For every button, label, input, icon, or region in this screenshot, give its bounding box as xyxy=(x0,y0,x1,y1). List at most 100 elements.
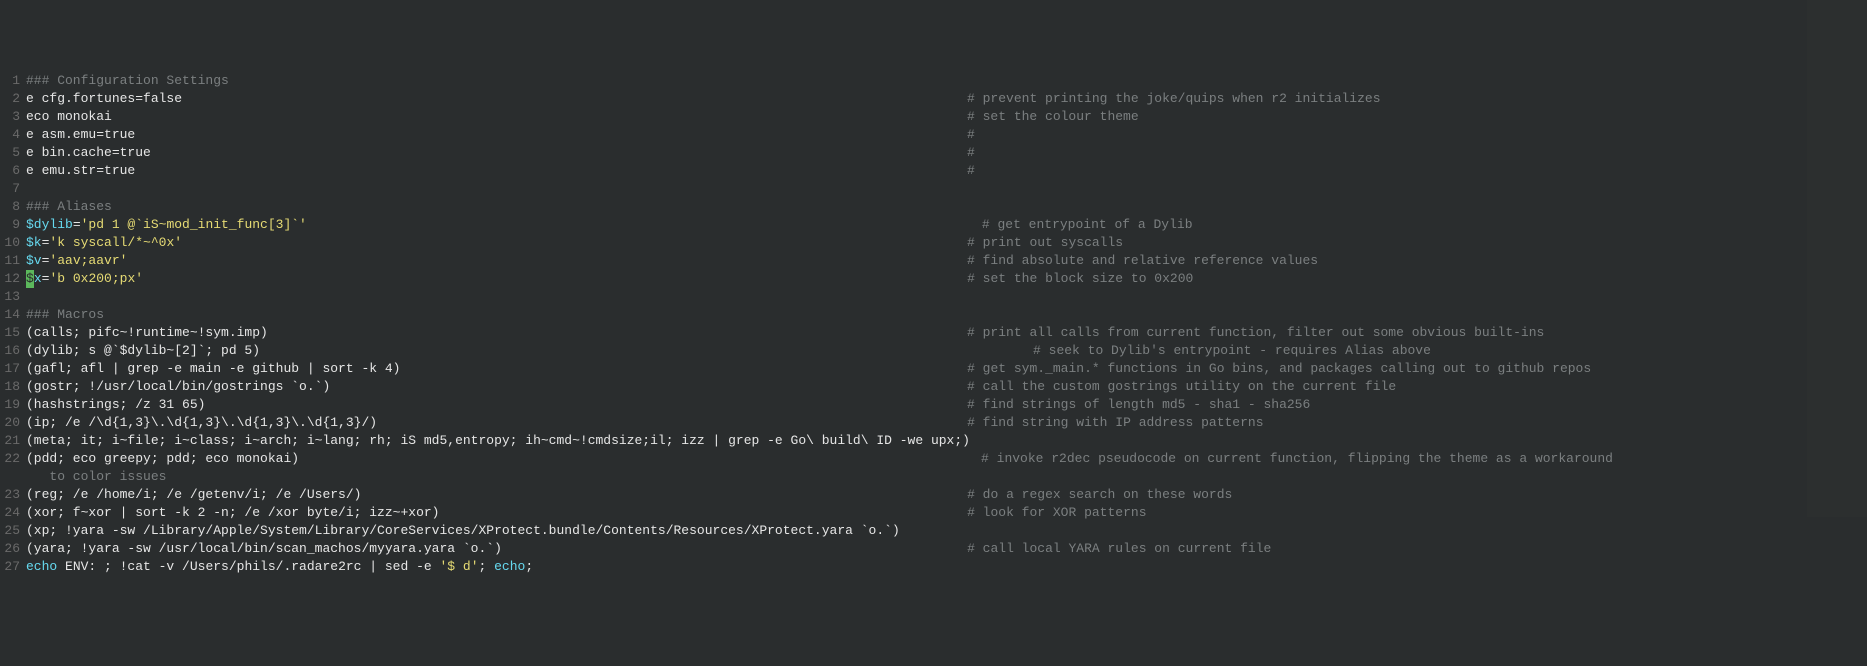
line-number: 5 xyxy=(0,144,20,162)
code-token: = xyxy=(73,217,81,232)
line-number: 20 xyxy=(0,414,20,432)
code-line[interactable]: (hashstrings; /z 31 65) # find strings of… xyxy=(26,396,1867,414)
code-line[interactable]: (reg; /e /home/i; /e /getenv/i; /e /User… xyxy=(26,486,1867,504)
line-number: 1 xyxy=(0,72,20,90)
code-line[interactable]: eco monokai # set the colour theme xyxy=(26,108,1867,126)
line-number: 12 xyxy=(0,270,20,288)
code-line[interactable] xyxy=(26,180,1867,198)
line-number: 14 xyxy=(0,306,20,324)
code-token: echo xyxy=(26,559,57,574)
line-number: 27 xyxy=(0,558,20,576)
code-editor[interactable]: 1234567891011121314151617181920212223242… xyxy=(0,72,1867,576)
line-comment: # prevent printing the joke/quips when r… xyxy=(967,91,1380,106)
code-line[interactable]: e emu.str=true# xyxy=(26,162,1867,180)
code-line[interactable]: (meta; it; i~file; i~class; i~arch; i~la… xyxy=(26,432,1867,450)
line-comment: # set the colour theme xyxy=(967,109,1139,124)
code-line[interactable]: e asm.emu=true # xyxy=(26,126,1867,144)
line-comment: # find strings of length md5 - sha1 - sh… xyxy=(967,397,1310,412)
code-token: (ip; /e /\d{1,3}\.\d{1,3}\.\d{1,3}\.\d{1… xyxy=(26,415,377,430)
code-line[interactable]: (yara; !yara -sw /usr/local/bin/scan_mac… xyxy=(26,540,1867,558)
code-token: (yara; !yara -sw /usr/local/bin/scan_mac… xyxy=(26,541,502,556)
text-cursor: $ xyxy=(26,270,34,288)
line-number: 16 xyxy=(0,342,20,360)
code-token: (dylib; s @`$dylib~[2]`; pd 5) xyxy=(26,343,260,358)
code-token: 'aav;aavr' xyxy=(49,253,127,268)
line-comment: # xyxy=(967,127,975,142)
line-number: 24 xyxy=(0,504,20,522)
code-line[interactable]: (gafl; afl | grep -e main -e github | so… xyxy=(26,360,1867,378)
code-token: $dylib xyxy=(26,217,73,232)
line-comment: # print all calls from current function,… xyxy=(967,325,1544,340)
line-number: 23 xyxy=(0,486,20,504)
code-token: (meta; it; i~file; i~class; i~arch; i~la… xyxy=(26,433,970,448)
line-number: 11 xyxy=(0,252,20,270)
code-line[interactable]: e bin.cache=true # xyxy=(26,144,1867,162)
line-number: 4 xyxy=(0,126,20,144)
code-line[interactable]: to color issues xyxy=(26,468,1867,486)
code-line[interactable]: echo ENV: ; !cat -v /Users/phils/.radare… xyxy=(26,558,1867,576)
line-comment: # seek to Dylib's entrypoint - requires … xyxy=(1033,343,1431,358)
code-line[interactable]: (gostr; !/usr/local/bin/gostrings `o.`) #… xyxy=(26,378,1867,396)
code-token: x xyxy=(34,271,42,286)
code-token: e bin.cache=true xyxy=(26,145,151,160)
line-comment: # find string with IP address patterns xyxy=(967,415,1263,430)
code-line[interactable]: (pdd; eco greepy; pdd; eco monokai) # inv… xyxy=(26,450,1867,468)
minimap[interactable] xyxy=(1807,0,1867,517)
code-line[interactable]: (xp; !yara -sw /Library/Apple/System/Lib… xyxy=(26,522,1867,540)
code-token: echo xyxy=(494,559,525,574)
line-number: 15 xyxy=(0,324,20,342)
code-token: (xp; !yara -sw /Library/Apple/System/Lib… xyxy=(26,523,900,538)
line-number: 13 xyxy=(0,288,20,306)
line-number: 19 xyxy=(0,396,20,414)
code-line[interactable]: ### Configuration Settings xyxy=(26,72,1867,90)
code-token: 'k syscall/*~^0x' xyxy=(49,235,182,250)
code-token: ENV: ; !cat -v /Users/phils/.radare2rc |… xyxy=(57,559,439,574)
code-token: $v xyxy=(26,253,42,268)
code-token: (pdd; eco greepy; pdd; eco monokai) xyxy=(26,451,299,466)
code-line[interactable]: ### Aliases xyxy=(26,198,1867,216)
code-line[interactable]: (xor; f~xor | sort -k 2 -n; /e /xor byte… xyxy=(26,504,1867,522)
code-token: ### Aliases xyxy=(26,199,112,214)
line-number: 18 xyxy=(0,378,20,396)
line-comment: # look for XOR patterns xyxy=(967,505,1146,520)
code-line[interactable]: e cfg.fortunes=false# prevent printing t… xyxy=(26,90,1867,108)
line-comment: # find absolute and relative reference v… xyxy=(967,253,1318,268)
line-number: 8 xyxy=(0,198,20,216)
code-token: 'pd 1 @`iS~mod_init_func[3]`' xyxy=(81,217,307,232)
code-line[interactable]: (calls; pifc~!runtime~!sym.imp) # print a… xyxy=(26,324,1867,342)
code-line[interactable]: (dylib; s @`$dylib~[2]`; pd 5) # seek to … xyxy=(26,342,1867,360)
line-comment: # get entrypoint of a Dylib xyxy=(974,217,1192,232)
code-line[interactable]: $k='k syscall/*~^0x'# print out syscalls xyxy=(26,234,1867,252)
line-comment: # get sym._main.* functions in Go bins, … xyxy=(967,361,1591,376)
line-comment: # call the custom gostrings utility on t… xyxy=(967,379,1396,394)
code-line[interactable]: $x='b 0x200;px'# set the block size to 0… xyxy=(26,270,1867,288)
line-number: 7 xyxy=(0,180,20,198)
code-token: 'b 0x200;px' xyxy=(49,271,143,286)
line-number xyxy=(0,468,20,486)
code-line[interactable]: $v='aav;aavr'# find absolute and relativ… xyxy=(26,252,1867,270)
line-number-gutter: 1234567891011121314151617181920212223242… xyxy=(0,72,26,576)
code-line[interactable]: (ip; /e /\d{1,3}\.\d{1,3}\.\d{1,3}\.\d{1… xyxy=(26,414,1867,432)
line-comment: # xyxy=(967,163,975,178)
code-token: (reg; /e /home/i; /e /getenv/i; /e /User… xyxy=(26,487,361,502)
line-comment: # invoke r2dec pseudocode on current fun… xyxy=(981,451,1613,466)
code-area[interactable]: ### Configuration Settingse cfg.fortunes… xyxy=(26,72,1867,576)
code-token: (calls; pifc~!runtime~!sym.imp) xyxy=(26,325,268,340)
code-token: (gostr; !/usr/local/bin/gostrings `o.`) xyxy=(26,379,330,394)
line-number: 3 xyxy=(0,108,20,126)
code-line[interactable]: ### Macros xyxy=(26,306,1867,324)
line-number: 22 xyxy=(0,450,20,468)
code-token: ; xyxy=(525,559,533,574)
line-number: 26 xyxy=(0,540,20,558)
line-number: 2 xyxy=(0,90,20,108)
code-token: (hashstrings; /z 31 65) xyxy=(26,397,205,412)
code-token: e asm.emu=true xyxy=(26,127,135,142)
line-comment: # xyxy=(967,145,975,160)
line-comment: # print out syscalls xyxy=(967,235,1123,250)
code-line[interactable]: $dylib='pd 1 @`iS~mod_init_func[3]`' # g… xyxy=(26,216,1867,234)
code-token: eco monokai xyxy=(26,109,112,124)
code-token: to color issues xyxy=(26,469,166,484)
code-token: (xor; f~xor | sort -k 2 -n; /e /xor byte… xyxy=(26,505,439,520)
code-token: (gafl; afl | grep -e main -e github | so… xyxy=(26,361,400,376)
code-line[interactable] xyxy=(26,288,1867,306)
